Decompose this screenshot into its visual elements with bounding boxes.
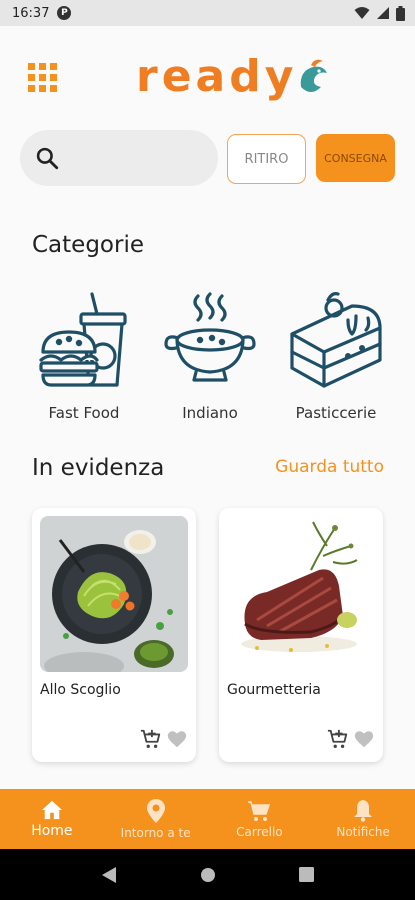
delivery-button[interactable]: CONSEGNA bbox=[316, 134, 395, 182]
home-circle-icon[interactable] bbox=[200, 867, 216, 883]
bottom-navigation: Home Intorno a te Carrello Notifiche bbox=[0, 789, 415, 849]
search-bar[interactable] bbox=[20, 130, 218, 186]
featured-cards: Allo Scoglio Gourmetteria bbox=[32, 508, 387, 766]
pickup-button[interactable]: RITIRO bbox=[227, 134, 306, 184]
search-icon bbox=[36, 147, 59, 170]
add-to-cart-icon[interactable] bbox=[140, 728, 162, 750]
battery-icon bbox=[396, 5, 405, 21]
app-header: ready bbox=[0, 26, 415, 126]
nav-cart[interactable]: Carrello bbox=[208, 789, 312, 849]
logo-bird-icon bbox=[301, 59, 328, 92]
favorite-heart-icon[interactable] bbox=[353, 728, 375, 750]
category-indian[interactable]: Indiano bbox=[150, 290, 270, 422]
nav-label: Carrello bbox=[236, 824, 283, 839]
restaurant-photo bbox=[227, 516, 375, 672]
system-navigation-bar bbox=[0, 849, 415, 900]
parking-badge-icon: P bbox=[57, 6, 72, 20]
cake-slice-icon bbox=[290, 292, 382, 388]
nav-label: Intorno a te bbox=[120, 825, 191, 840]
nav-nearby[interactable]: Intorno a te bbox=[104, 789, 208, 849]
search-row: RITIRO CONSEGNA bbox=[20, 130, 400, 186]
cart-icon bbox=[248, 800, 271, 821]
app-logo: ready bbox=[136, 50, 331, 104]
logo-text: ready bbox=[136, 51, 298, 102]
nav-label: Notifiche bbox=[336, 825, 390, 839]
category-label: Fast Food bbox=[48, 404, 120, 422]
nav-notifications[interactable]: Notifiche bbox=[311, 789, 415, 849]
see-all-link[interactable]: Guarda tutto bbox=[275, 457, 384, 477]
featured-title: In evidenza bbox=[32, 455, 165, 481]
home-icon bbox=[41, 800, 62, 819]
search-input[interactable] bbox=[70, 150, 210, 166]
bell-icon bbox=[354, 800, 373, 822]
status-time: 16:37 bbox=[12, 5, 50, 21]
restaurant-card[interactable]: Gourmetteria bbox=[219, 508, 383, 762]
nav-label: Home bbox=[31, 822, 73, 839]
nav-home[interactable]: Home bbox=[0, 789, 104, 849]
signal-icon bbox=[377, 7, 389, 19]
category-pastry[interactable]: Pasticcerie bbox=[276, 290, 396, 422]
categories-title: Categorie bbox=[32, 232, 144, 258]
curry-bowl-icon bbox=[164, 292, 256, 382]
category-label: Pasticcerie bbox=[295, 404, 377, 422]
add-to-cart-icon[interactable] bbox=[327, 728, 349, 750]
category-label: Indiano bbox=[182, 404, 238, 422]
location-pin-icon bbox=[146, 798, 165, 823]
status-bar: 16:37 P bbox=[0, 0, 415, 26]
restaurant-name: Allo Scoglio bbox=[40, 682, 121, 698]
restaurant-name: Gourmetteria bbox=[227, 682, 321, 698]
restaurant-photo bbox=[40, 516, 188, 672]
category-fast-food[interactable]: Fast Food bbox=[24, 290, 144, 422]
fast-food-icon bbox=[39, 292, 127, 387]
favorite-heart-icon[interactable] bbox=[166, 728, 188, 750]
restaurant-card[interactable]: Allo Scoglio bbox=[32, 508, 196, 762]
wifi-icon bbox=[354, 7, 370, 19]
back-icon[interactable] bbox=[101, 866, 117, 884]
menu-grid-icon[interactable] bbox=[28, 63, 57, 92]
recents-icon[interactable] bbox=[298, 867, 314, 882]
categories-list: Fast Food Indiano Pasticcerie bbox=[20, 290, 400, 430]
